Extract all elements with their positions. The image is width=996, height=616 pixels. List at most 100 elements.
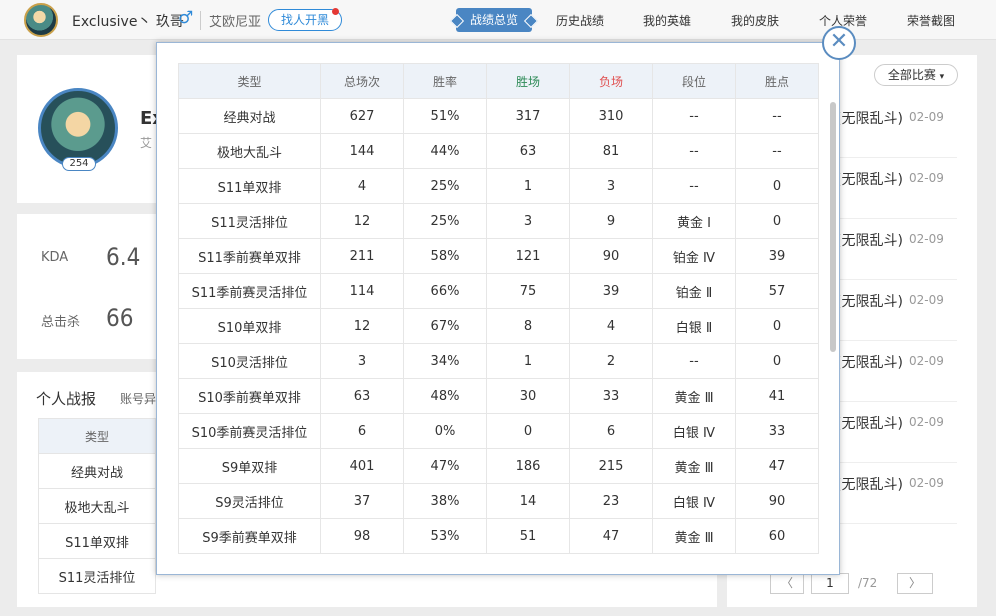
cell-type: S9单双排 [178,448,321,484]
cell-wins: 51 [486,518,570,554]
cell-wins: 186 [486,448,570,484]
col-rank: 段位 [652,63,736,99]
scrollbar[interactable] [830,102,836,352]
cell-points: 90 [735,483,819,519]
table-row: 经典对战 [38,453,156,489]
cell-rank: 白银 Ⅳ [652,413,736,449]
table-row: 极地大乱斗 [38,488,156,524]
list-item-date: 02-09 [909,293,944,307]
cell-total: 12 [320,308,404,344]
stats-table: 类型 总场次 胜率 胜场 负场 段位 胜点 经典对战 627 51% 317 310 --… [178,63,819,554]
list-item[interactable]: (无限乱斗) [836,108,903,128]
cell-winrate: 44% [403,133,487,169]
cell-winrate: 25% [403,203,487,239]
tab-heroes[interactable]: 我的英雄 [643,12,691,29]
cell-rank: 白银 Ⅱ [652,308,736,344]
list-item[interactable]: (无限乱斗) [836,413,903,433]
profile-server: 艾 [140,136,153,150]
cell-type: S10单双排 [178,308,321,344]
find-teammate-button[interactable]: 找人开黑 [268,9,342,31]
cell-points: 57 [735,273,819,309]
cell-wins: 14 [486,483,570,519]
table-row: S11单双排 [38,523,156,559]
kda-value: 6.4 [106,243,141,271]
cell-rank: -- [652,98,736,134]
cell-wins: 121 [486,238,570,274]
cell-losses: 39 [569,273,653,309]
page-number-input[interactable]: 1 [811,573,849,594]
cell-type: S10灵活排位 [178,343,321,379]
profile-avatar [38,88,118,168]
cell-wins: 30 [486,378,570,414]
cell-losses: 4 [569,308,653,344]
list-item-date: 02-09 [909,232,944,246]
chevron-down-icon: ▾ [939,72,945,82]
cell-losses: 310 [569,98,653,134]
cell-winrate: 53% [403,518,487,554]
cell-points: 0 [735,168,819,204]
cell-losses: 2 [569,343,653,379]
cell-winrate: 47% [403,448,487,484]
prev-page-button[interactable]: 〈 [770,573,804,594]
tab-screenshots[interactable]: 荣誉截图 [907,12,955,29]
cell-type: S11单双排 [178,168,321,204]
tab-history[interactable]: 历史战绩 [556,12,604,29]
list-item[interactable]: (无限乱斗) [836,352,903,372]
report-tab[interactable]: 账号异 [120,390,156,407]
cell-rank: 白银 Ⅳ [652,483,736,519]
cell-total: 144 [320,133,404,169]
kills-value: 66 [106,304,134,332]
cell-losses: 23 [569,483,653,519]
cell-points: 0 [735,203,819,239]
table-row: S10单双排 12 67% 8 4 白银 Ⅱ0 [178,308,819,344]
summoner-name: Exclusive丶 玖哥 [72,14,184,30]
cell-wins: 3 [486,203,570,239]
table-row: S10季前赛单双排 63 48% 30 33 黄金 Ⅲ 41 [178,378,819,414]
list-item[interactable]: (无限乱斗) [836,291,903,311]
close-icon[interactable]: ✕ [822,26,856,60]
page-total: /72 [858,576,878,590]
col-type: 类型 [178,63,321,99]
cell-points: -- [735,133,819,169]
table-row: S11单双排 4 25% 1 3 -- 0 [178,168,819,204]
cell-points: 41 [735,378,819,414]
cell-winrate: 48% [403,378,487,414]
avatar[interactable] [24,3,58,37]
stats-overview-modal: 类型 总场次 胜率 胜场 负场 段位 胜点 经典对战 627 51% 317 310 --… [156,42,840,575]
cell-total: 37 [320,483,404,519]
table-row: S11灵活排位 12 25% 3 9 黄金 Ⅰ0 [178,203,819,239]
cell-wins: 317 [486,98,570,134]
col-losses: 负场 [569,63,653,99]
list-item[interactable]: (无限乱斗) [836,230,903,250]
cell-wins: 75 [486,273,570,309]
match-filter-dropdown[interactable]: 全部比赛 ▾ [874,64,958,86]
list-item[interactable]: (无限乱斗) [836,474,903,494]
kills-label: 总击杀 [41,315,81,330]
col-wins: 胜场 [486,63,570,99]
cell-losses: 90 [569,238,653,274]
cell-type: S9灵活排位 [178,483,321,519]
cell-total: 98 [320,518,404,554]
cell-losses: 3 [569,168,653,204]
cell-rank: -- [652,133,736,169]
cell-winrate: 58% [403,238,487,274]
next-page-button[interactable]: 〉 [897,573,933,594]
cell-wins: 1 [486,343,570,379]
tab-overview[interactable]: 战绩总览 [456,8,532,32]
cell-points: -- [735,98,819,134]
table-row: 经典对战 627 51% 317 310 -- -- [178,98,819,134]
cell-rank: 黄金 Ⅲ [652,518,736,554]
list-item[interactable]: (无限乱斗) [836,169,903,189]
cell-total: 211 [320,238,404,274]
cell-winrate: 25% [403,168,487,204]
table-row: S9单双排 401 47% 186 215 黄金 Ⅲ 47 [178,448,819,484]
cell-type: S9季前赛单双排 [178,518,321,554]
tab-skins[interactable]: 我的皮肤 [731,12,779,29]
cell-points: 0 [735,343,819,379]
table-row: S9季前赛单双排 98 53% 51 47 黄金 Ⅲ 60 [178,518,819,554]
level-badge: 254 [62,157,96,171]
list-item-date: 02-09 [909,110,944,124]
cell-total: 114 [320,273,404,309]
table-row: S11季前赛单双排 211 58% 121 90 铂金 Ⅳ 39 [178,238,819,274]
cell-points: 39 [735,238,819,274]
